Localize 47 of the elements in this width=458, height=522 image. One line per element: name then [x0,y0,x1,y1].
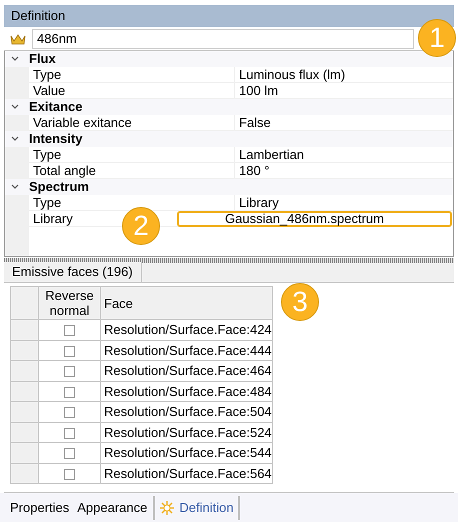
bottom-tab[interactable]: Appearance [75,496,150,520]
property-value[interactable]: Gaussian_486nm.spectrum [177,211,452,227]
chevron-down-icon[interactable] [11,184,19,190]
group-heading: Exitance [29,98,82,116]
checkbox[interactable] [64,386,75,398]
property-label: Variable exitance [29,115,235,131]
checkbox[interactable] [64,468,75,480]
column-header: Reverse normal [38,286,100,320]
property-label: Type [29,147,235,163]
group-heading: Flux [29,50,56,68]
checkbox[interactable] [64,346,75,357]
group-heading: Intensity [29,130,82,148]
property-label: Type [29,67,235,83]
table-cell: Resolution/Surface.Face:544 [100,442,272,463]
property-value[interactable]: Luminous flux (lm) [235,67,453,83]
table-cell: Resolution/Surface.Face:504 [100,402,272,422]
group-heading: Spectrum [29,178,89,196]
column-header: Face [100,286,272,320]
property-value[interactable]: 180 ° [235,163,453,179]
emissive-faces-tab[interactable]: Emissive faces (196) [4,262,142,282]
property-value[interactable]: False [235,115,453,131]
bottom-tab[interactable]: Definition [153,496,240,520]
checkbox[interactable] [64,407,75,418]
table-cell: Resolution/Surface.Face:484 [100,381,272,402]
property-value[interactable]: Library [235,195,453,211]
property-label: Total angle [29,163,235,179]
checkbox[interactable] [64,325,75,336]
chevron-down-icon[interactable] [11,136,19,142]
table-cell: Resolution/Surface.Face:424 [100,320,272,340]
table-cell: Resolution/Surface.Face:564 [100,463,272,484]
table-cell: Resolution/Surface.Face:524 [100,422,272,442]
checkbox[interactable] [64,366,75,378]
crown-icon [10,32,26,44]
table-cell: Resolution/Surface.Face:444 [100,340,272,360]
bottom-tab[interactable]: Properties [8,496,72,520]
name-field[interactable]: 486nm [32,28,414,48]
property-value[interactable]: 100 lm [235,83,453,99]
checkbox[interactable] [64,448,75,460]
panel-title: Definition [4,5,454,27]
checkbox[interactable] [64,428,75,439]
sun-icon [159,500,176,516]
chevron-down-icon[interactable] [11,104,19,110]
property-label: Type [29,195,235,211]
chevron-down-icon[interactable] [11,56,19,62]
property-value[interactable]: Lambertian [235,147,453,163]
property-label: Value [29,83,235,99]
table-cell: Resolution/Surface.Face:464 [100,360,272,381]
